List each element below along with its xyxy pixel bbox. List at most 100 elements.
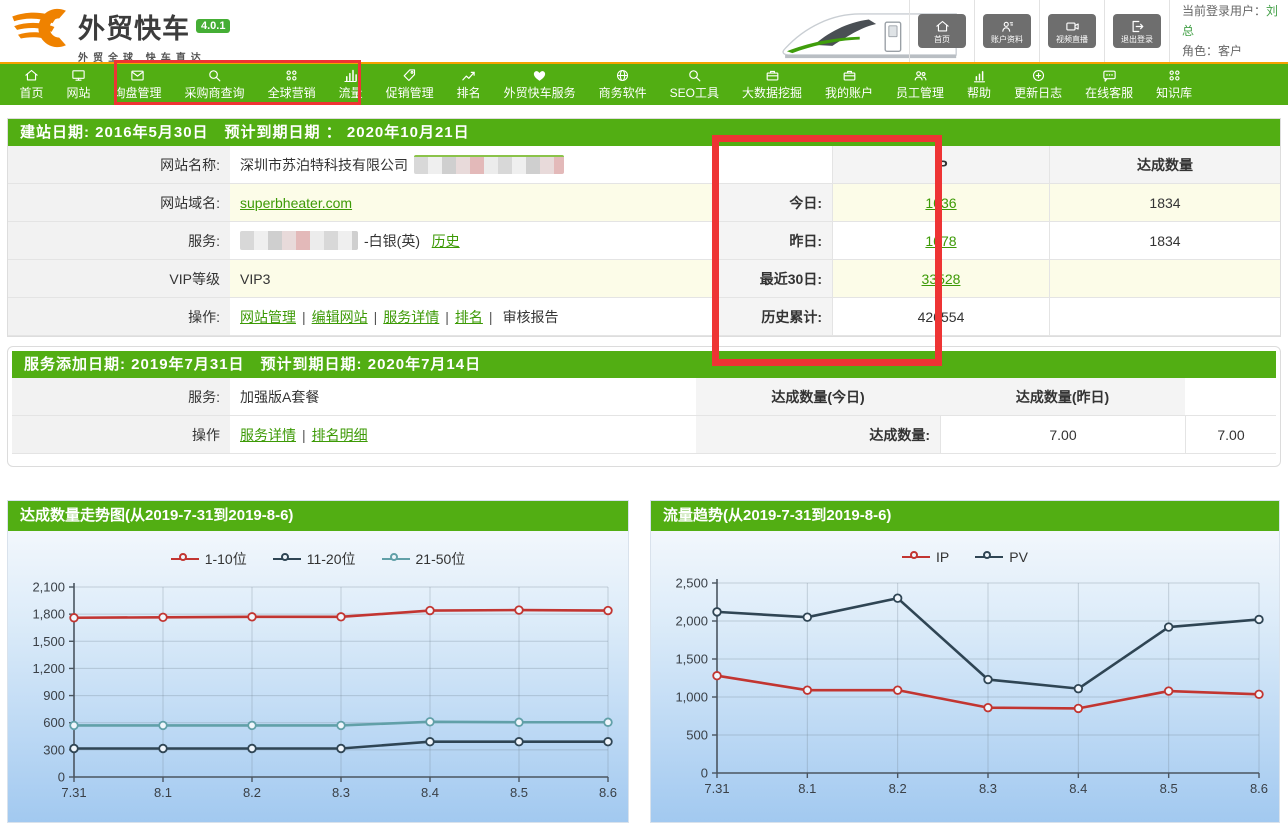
vip-value: VIP3 [230,260,714,298]
nav-item-首页[interactable]: 首页 [8,63,55,106]
site-name-label: 网站名称: [8,146,230,184]
qty-column-header: 达成数量 [1049,146,1280,184]
svc-service-label: 服务: [12,378,230,416]
home-button[interactable]: 首页 [918,14,966,48]
nav-item-员工管理[interactable]: 员工管理 [885,63,956,106]
logo-wings-icon [10,5,72,51]
legend-marker [382,553,410,565]
svc-ranking-detail-link[interactable]: 排名明细 [312,425,368,445]
svg-text:900: 900 [43,688,65,703]
legend-marker [273,553,301,565]
yesterday-label: 昨日: [714,222,832,260]
service-detail-link[interactable]: 服务详情 [383,307,439,327]
svg-text:1,800: 1,800 [32,607,65,622]
nav-item-商务软件[interactable]: 商务软件 [587,63,658,106]
history-link[interactable]: 历史 [432,231,460,251]
nav-item-排名[interactable]: 排名 [445,63,492,106]
site-name-value: 深圳市苏泊特科技有限公司 [230,146,714,184]
nav-item-SEO工具[interactable]: SEO工具 [658,63,730,106]
history-total-label: 历史累计: [714,298,832,336]
svg-text:1,500: 1,500 [32,634,65,649]
svc-service-detail-link[interactable]: 服务详情 [240,425,296,445]
empty-cell [1185,378,1276,416]
last30-ip-link[interactable]: 33528 [922,271,961,287]
app-title: 外贸快车 [78,7,190,46]
svg-text:0: 0 [701,766,708,781]
edit-site-link[interactable]: 编辑网站 [312,307,368,327]
svg-text:600: 600 [43,715,65,730]
traffic-trend-plot: 05001,0001,5002,0002,5007.318.18.28.38.4… [651,569,1279,809]
actions-label: 操作: [8,298,230,336]
legend-item-11-20位[interactable]: 11-20位 [273,549,356,569]
nav-item-我的账户[interactable]: 我的账户 [814,63,885,106]
qty-row-label: 达成数量: [696,416,940,454]
briefcase-icon [842,68,857,83]
svg-text:7.31: 7.31 [61,785,86,800]
traffic-trend-chart-title: 流量趋势(从2019-7-31到2019-8-6) [651,501,1279,531]
site-info-table: 网站名称: 深圳市苏泊特科技有限公司 IP 达成数量 网站域名: superbh… [8,146,1280,336]
home-icon [24,68,39,83]
legend-marker [171,553,199,565]
video-live-button[interactable]: 视频直播 [1048,14,1096,48]
svg-text:300: 300 [43,742,65,757]
plus-icon [1031,68,1046,83]
yesterday-qty-cell: 1834 [1049,222,1280,260]
last30-ip-cell: 33528 [832,260,1049,298]
logo: 外贸快车 4.0.1 外贸全球 快车直达 [0,0,230,64]
legend-item-1-10位[interactable]: 1-10位 [171,549,247,569]
svg-text:500: 500 [686,728,708,743]
audit-report-text: 审核报告 [503,307,559,327]
today-qty-cell: 1834 [1049,184,1280,222]
magnifier-icon [687,68,702,83]
legend-item-21-50位[interactable]: 21-50位 [382,549,466,569]
qty-yesterday-header: 达成数量(昨日) [940,378,1185,416]
rank-trend-legend: 1-10位 11-20位 21-50位 [8,549,628,569]
site-manage-link[interactable]: 网站管理 [240,307,296,327]
nav-item-大数据挖掘[interactable]: 大数据挖掘 [731,63,814,106]
svg-text:7.31: 7.31 [704,781,729,796]
chat-icon [1102,68,1117,83]
today-label: 今日: [714,184,832,222]
nav-item-促销管理[interactable]: 促销管理 [374,63,445,106]
today-ip-link[interactable]: 1036 [925,195,956,211]
svc-service-value: 加强版A套餐 [230,378,696,416]
legend-item-PV[interactable]: PV [975,549,1028,565]
nav-item-全球营销[interactable]: 全球营销 [256,63,327,106]
nav-item-更新日志[interactable]: 更新日志 [1003,63,1074,106]
svg-text:8.6: 8.6 [599,785,617,800]
svg-text:0: 0 [58,770,65,785]
mail-icon [130,68,145,83]
logout-button[interactable]: 退出登录 [1113,14,1161,48]
redacted-blur [240,231,358,250]
user-info: 当前登录用户：刘总 角色：客户 [1170,1,1288,61]
actions-cell: 网站管理| 编辑网站| 服务详情| 排名| 审核报告 [230,298,714,336]
tag-icon [402,68,417,83]
dots-icon [1167,68,1182,83]
ranking-link[interactable]: 排名 [455,307,483,327]
nav-item-网站[interactable]: 网站 [55,63,102,106]
stats-corner-cell [714,146,832,184]
yesterday-ip-link[interactable]: 1078 [925,233,956,249]
legend-item-IP[interactable]: IP [902,549,949,565]
briefcase-icon [765,68,780,83]
dots-icon [284,68,299,83]
svg-text:8.5: 8.5 [510,785,528,800]
svg-text:8.5: 8.5 [1160,781,1178,796]
nav-item-流量[interactable]: 流量 [327,63,374,106]
account-profile-button[interactable]: 账户资料 [983,14,1031,48]
svg-text:2,000: 2,000 [675,614,708,629]
nav-item-外贸快车服务[interactable]: 外贸快车服务 [492,63,587,106]
svg-text:8.4: 8.4 [1069,781,1087,796]
ip-column-header: IP [832,146,1049,184]
service-info-table: 服务: 加强版A套餐 达成数量(今日) 达成数量(昨日) 操作 服务详情 | 排… [12,378,1276,454]
nav-item-知识库[interactable]: 知识库 [1145,63,1204,106]
nav-item-询盘管理[interactable]: 询盘管理 [102,63,173,106]
nav-item-采购商查询[interactable]: 采购商查询 [173,63,256,106]
trend-icon [461,68,476,83]
service-cell: -白银(英) 历史 [230,222,714,260]
nav-item-在线客服[interactable]: 在线客服 [1074,63,1145,106]
logout-icon [1130,19,1145,34]
nav-item-帮助[interactable]: 帮助 [956,63,1003,106]
domain-link[interactable]: superbheater.com [240,195,352,211]
user-role: 客户 [1218,44,1242,58]
